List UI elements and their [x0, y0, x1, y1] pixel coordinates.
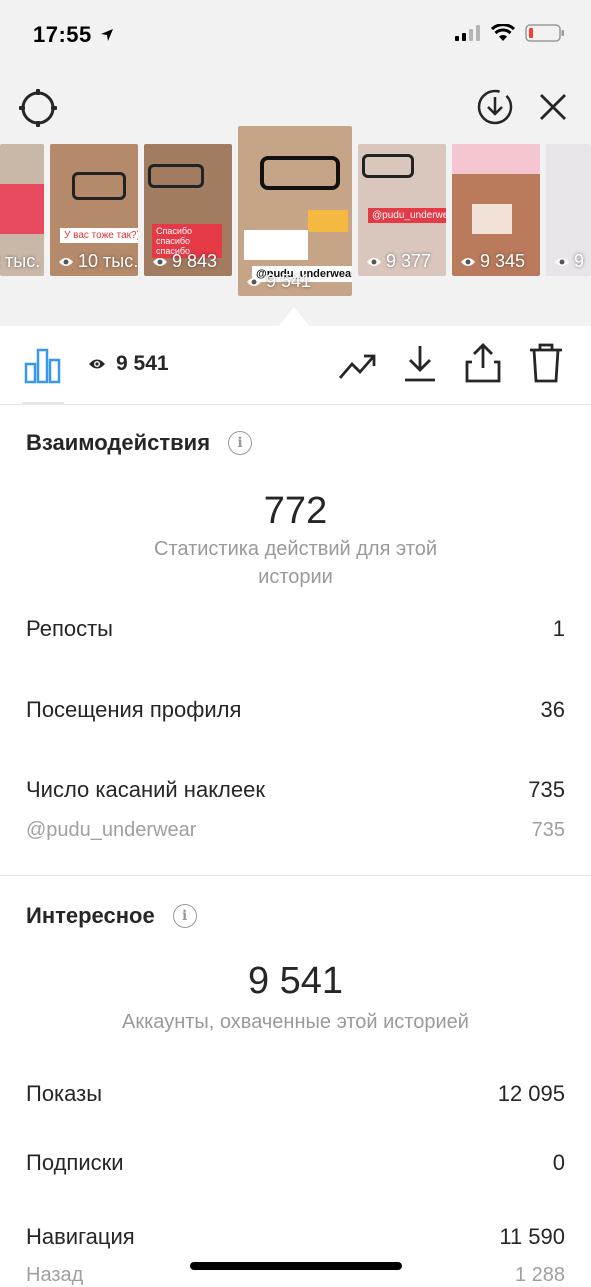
story-thumbnail[interactable]: @pudu_underwear 9 377 [358, 144, 446, 276]
stat-row-sticker-taps: Число касаний наклеек 735 [26, 777, 565, 802]
story-thumbnail[interactable]: 9 345 [452, 144, 540, 276]
stat-row-impressions: Показы 12 095 [26, 1081, 565, 1106]
interactions-total: 772 [263, 490, 328, 532]
info-icon[interactable]: i [228, 431, 253, 455]
story-overlay-text: У вас тоже так?)) [60, 228, 138, 243]
interactions-caption: Статистика действий для этой истории [154, 538, 437, 588]
info-icon[interactable]: i [172, 904, 197, 928]
home-indicator[interactable] [190, 1262, 402, 1270]
section-divider [0, 875, 591, 876]
story-thumbnail[interactable]: Спасибо спасибо спасибо 9 843 [144, 144, 232, 276]
story-thumbnail[interactable]: 2 тыс. [0, 144, 44, 276]
stat-subrow-sticker: @pudu_underwear 735 [26, 819, 565, 841]
close-icon[interactable] [538, 92, 568, 122]
interactions-title: Взаимодействия i [26, 430, 253, 456]
selection-pointer [278, 307, 310, 327]
eye-icon [461, 257, 475, 266]
eye-icon [153, 257, 167, 266]
stat-row-profile-visits: Посещения профиля 36 [26, 697, 565, 722]
status-time: 17:55 [33, 22, 114, 48]
discovery-caption: Аккаунты, охваченные этой историей [122, 1011, 469, 1033]
trash-icon[interactable] [528, 342, 564, 384]
eye-icon [367, 257, 381, 266]
eye-icon [89, 359, 105, 369]
story-thumbnail-selected[interactable]: @pudu_underwear 9 541 [238, 126, 352, 296]
trending-up-icon[interactable] [338, 348, 378, 382]
story-toolbar: 9 541 [0, 326, 591, 405]
eye-icon [59, 257, 73, 266]
story-overlay-text: @pudu_underwear [368, 208, 446, 223]
views-count: 9 541 [88, 352, 169, 376]
battery-icon [525, 24, 564, 42]
stat-row-navigation: Навигация 11 590 [26, 1224, 565, 1249]
story-thumbnail[interactable]: 9 [546, 144, 591, 276]
stat-row-reposts: Репосты 1 [26, 616, 565, 641]
story-thumbnail[interactable]: У вас тоже так?)) 10 тыс. [50, 144, 138, 276]
download-icon[interactable] [402, 344, 438, 384]
story-thumbnails-strip[interactable]: 2 тыс. У вас тоже так?)) 10 тыс. Спасибо… [0, 126, 591, 306]
bar-chart-icon[interactable] [24, 346, 62, 384]
eye-icon [555, 257, 569, 266]
download-circle-icon[interactable] [476, 88, 514, 126]
settings-gear-icon[interactable] [18, 88, 58, 128]
discovery-total: 9 541 [247, 960, 344, 1002]
wifi-icon [491, 24, 515, 41]
eye-icon [247, 277, 261, 286]
stat-row-follows: Подписки 0 [26, 1150, 565, 1175]
location-arrow-icon [101, 29, 114, 41]
discovery-title: Интересное i [26, 903, 197, 929]
cellular-signal-icon [455, 25, 480, 41]
share-icon[interactable] [464, 342, 502, 384]
tab-underline [22, 402, 64, 404]
status-bar: 17:55 [0, 0, 591, 70]
